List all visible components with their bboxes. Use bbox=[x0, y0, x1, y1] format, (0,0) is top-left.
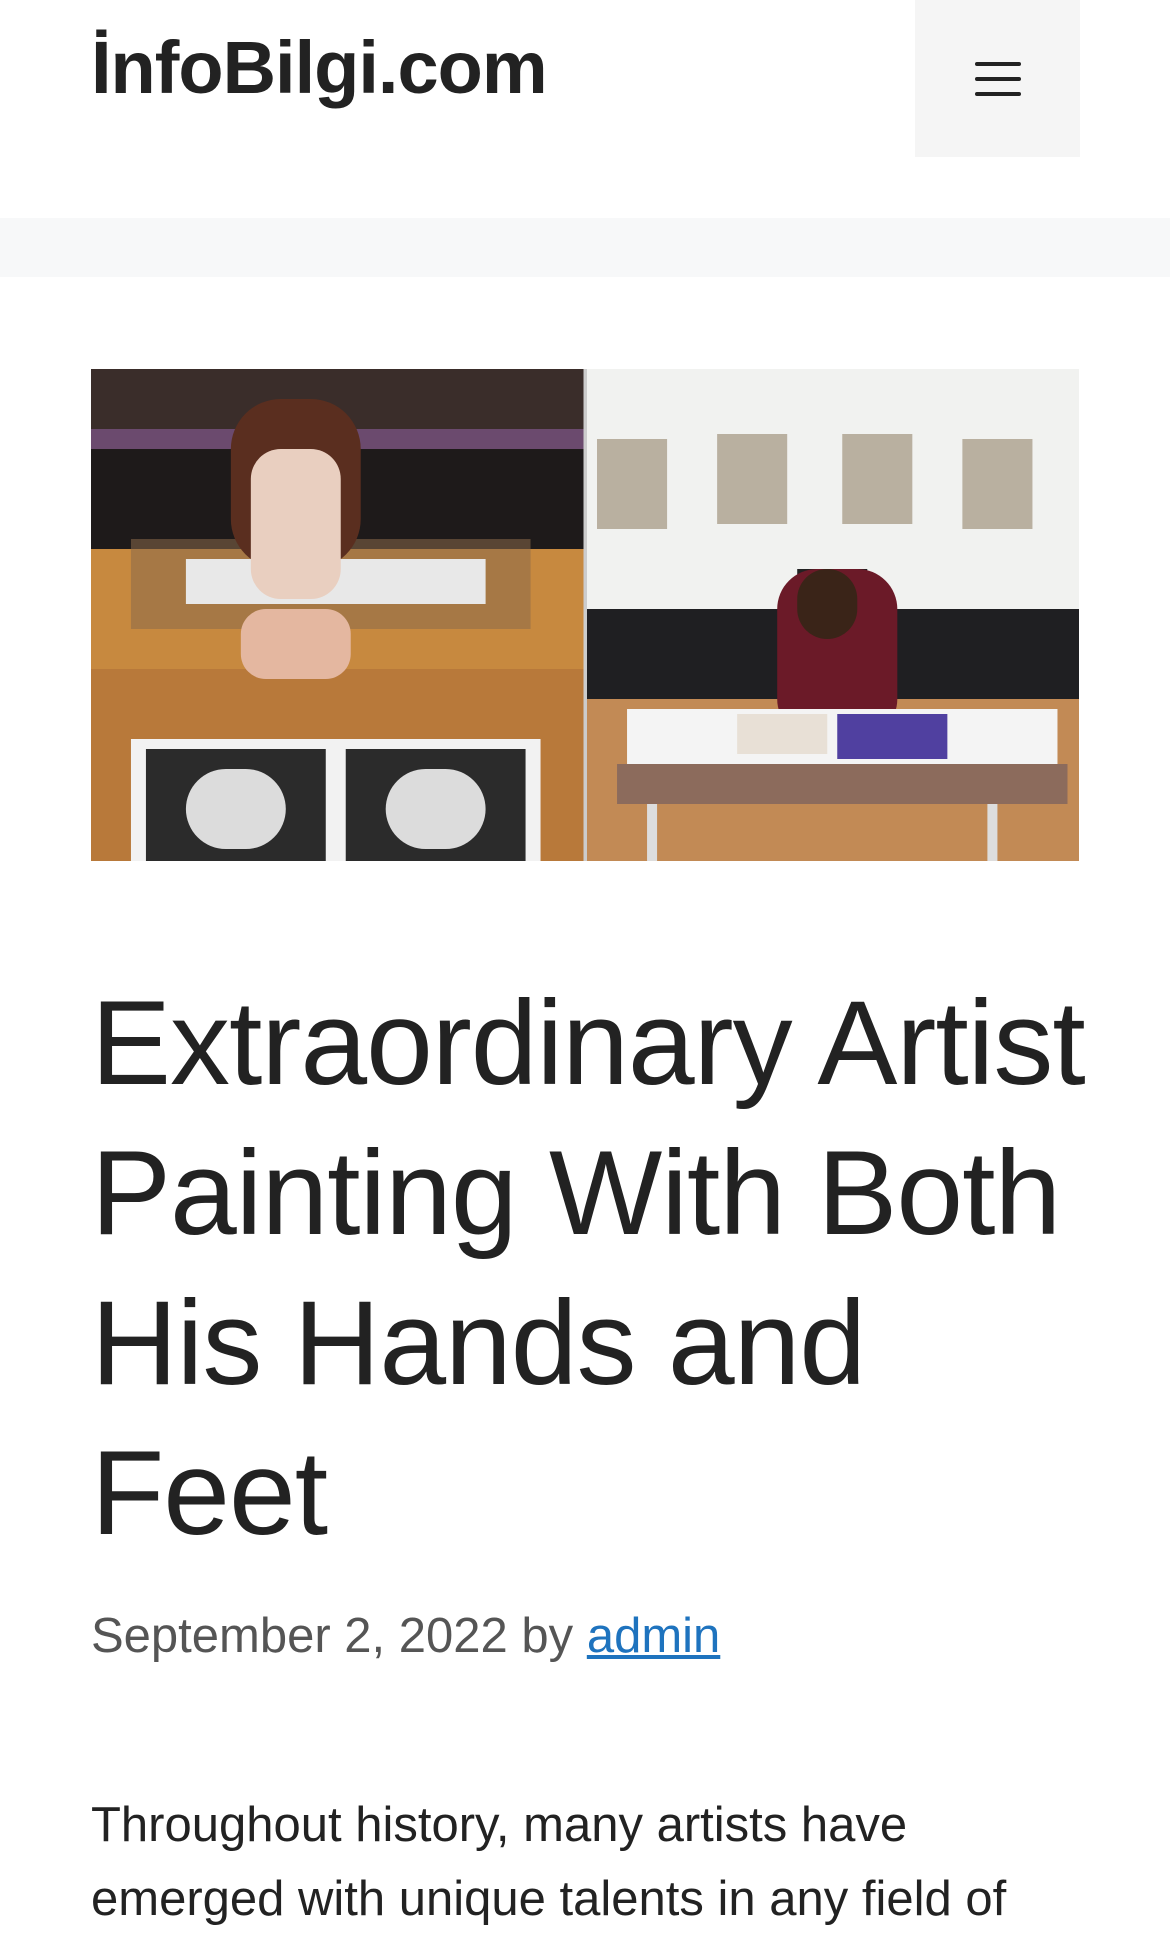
post-title: Extraordinary Artist Painting With Both … bbox=[91, 976, 1086, 1560]
featured-image-right-panel bbox=[586, 369, 1079, 861]
site-title-link[interactable]: İnfoBilgi.com bbox=[91, 20, 548, 116]
author-link[interactable]: admin bbox=[587, 1609, 720, 1663]
site-header: İnfoBilgi.com bbox=[0, 0, 1170, 218]
post-by-label: by bbox=[521, 1609, 574, 1663]
header-separator bbox=[0, 218, 1170, 277]
post-excerpt: Throughout history, many artists have em… bbox=[91, 1798, 1007, 1926]
hamburger-menu-icon bbox=[974, 61, 1021, 96]
menu-toggle-button[interactable] bbox=[915, 0, 1080, 157]
featured-image-left-panel bbox=[91, 369, 584, 861]
post-meta: September 2, 2022 by admin bbox=[91, 1606, 720, 1666]
featured-image bbox=[91, 369, 1079, 861]
post-date: September 2, 2022 bbox=[91, 1609, 508, 1663]
